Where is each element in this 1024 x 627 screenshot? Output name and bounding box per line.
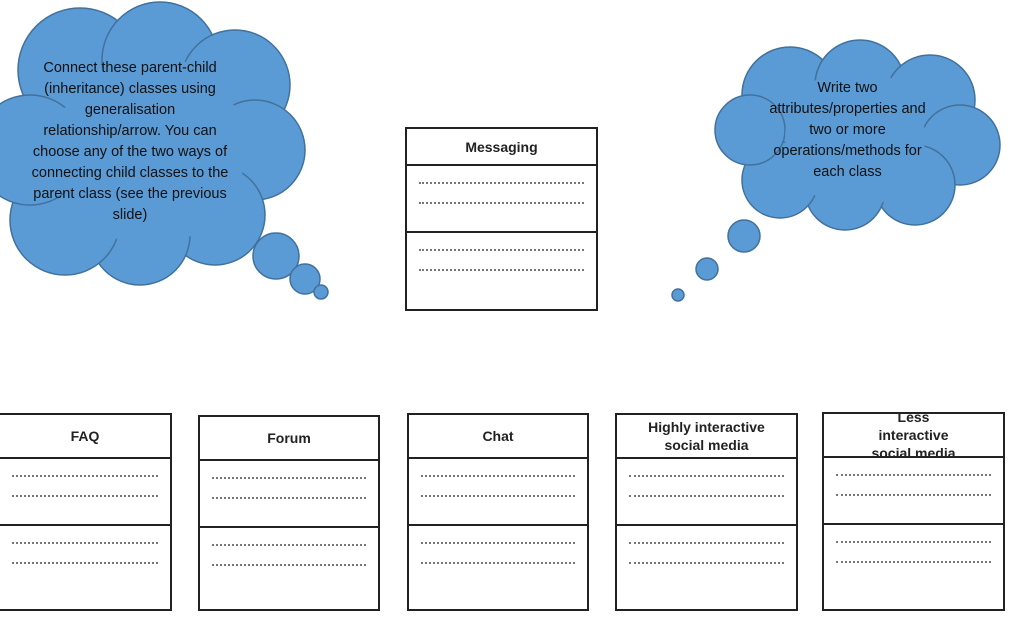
operations-section[interactable] (617, 526, 796, 582)
attributes-section[interactable] (617, 459, 796, 526)
attributes-section[interactable] (409, 459, 587, 526)
class-box-less-interactive-social-media[interactable]: Less interactive social media (822, 409, 1005, 611)
class-box-highly-interactive-social-media[interactable]: Highly interactive social media (615, 413, 798, 611)
class-name: Messaging (407, 129, 596, 166)
left-cloud-instruction: Connect these parent-child (inheritance)… (31, 60, 229, 223)
class-box-messaging[interactable]: Messaging (405, 127, 598, 311)
attributes-section[interactable] (0, 459, 170, 526)
class-name: Forum (200, 417, 378, 461)
operations-section[interactable] (200, 528, 378, 584)
operations-section[interactable] (407, 233, 596, 289)
class-name: Highly interactive social media (617, 415, 796, 459)
class-box-chat[interactable]: Chat (407, 413, 589, 611)
class-box-forum[interactable]: Forum (198, 415, 380, 611)
class-name: Chat (409, 415, 587, 459)
attributes-section[interactable] (200, 461, 378, 528)
attributes-section[interactable] (407, 166, 596, 233)
operations-section[interactable] (409, 526, 587, 582)
operations-section[interactable] (0, 526, 170, 582)
right-cloud-instruction: Write two attributes/properties and two … (769, 80, 926, 180)
class-name: Less interactive social media (824, 409, 1003, 461)
operations-section[interactable] (824, 525, 1003, 581)
attributes-section[interactable] (824, 458, 1003, 525)
class-box-faq[interactable]: FAQ (0, 413, 172, 611)
class-name: FAQ (0, 415, 170, 459)
